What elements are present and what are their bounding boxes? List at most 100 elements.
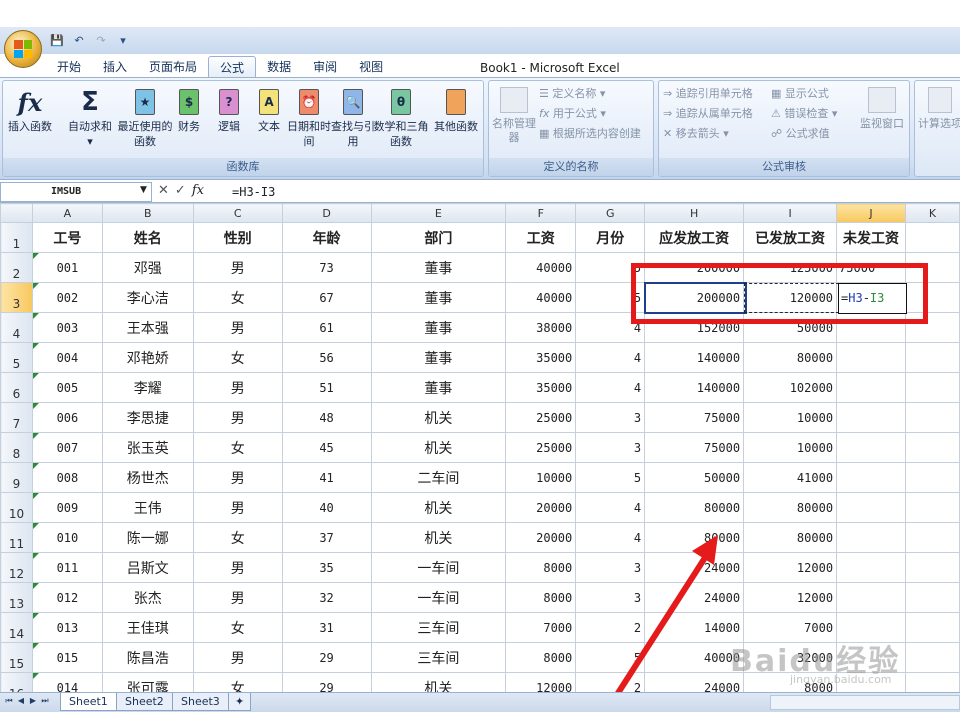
column-header-a[interactable]: A [31,203,103,223]
table-cell[interactable]: 8000 [505,642,577,673]
table-cell[interactable]: 48 [281,402,372,433]
table-cell[interactable]: 李思捷 [101,402,194,433]
table-cell[interactable]: 一车间 [370,552,507,583]
table-cell[interactable]: 38000 [505,312,577,343]
table-cell[interactable]: 2 [575,672,646,693]
row-header-14[interactable]: 14 [0,612,33,643]
column-header-e[interactable]: E [370,203,507,223]
column-header-c[interactable]: C [192,203,283,223]
table-cell[interactable]: 机关 [370,522,507,553]
empty-cell[interactable] [905,642,960,673]
table-cell[interactable]: 80000 [644,492,745,523]
sheet-tab-3[interactable]: Sheet3 [172,693,229,711]
sheet-tab-2[interactable]: Sheet2 [116,693,173,711]
insert-function-button[interactable]: fx 插入函数 [5,87,55,134]
table-cell[interactable]: 40 [281,492,372,523]
empty-cell[interactable] [905,312,960,343]
table-header-cell[interactable]: 性别 [192,222,283,253]
table-cell[interactable]: 4 [575,312,646,343]
error-checking-button[interactable]: ⚠ 错误检查 ▾ [771,105,837,123]
table-header-cell[interactable]: 工号 [31,222,103,253]
table-header-cell[interactable]: 姓名 [101,222,194,253]
table-cell[interactable]: 24000 [644,672,745,693]
table-cell[interactable]: 125000 [743,252,838,283]
customize-qat-icon[interactable]: ▾ [114,31,132,49]
table-cell[interactable]: 8000 [743,672,838,693]
table-cell[interactable]: 29 [281,672,372,693]
first-sheet-icon[interactable]: ⏮ [4,696,14,706]
table-header-cell[interactable]: 月份 [575,222,646,253]
row-header-3[interactable]: 3 [0,282,33,313]
table-cell[interactable]: 152000 [644,312,745,343]
table-cell[interactable]: 3 [575,432,646,463]
column-header-g[interactable]: G [575,203,646,223]
table-cell[interactable]: 80000 [743,342,838,373]
table-cell[interactable]: 男 [192,252,283,283]
table-cell[interactable]: 邓强 [101,252,194,283]
table-cell[interactable]: 24000 [644,552,745,583]
table-cell[interactable]: 男 [192,462,283,493]
date-time-button[interactable]: ⏰ 日期和时间 [287,87,331,149]
table-cell[interactable]: 董事 [370,282,507,313]
table-cell[interactable]: 杨世杰 [101,462,194,493]
enter-check-icon[interactable]: ✓ [175,183,186,198]
horizontal-scrollbar[interactable] [770,695,960,710]
table-cell[interactable]: 73 [281,252,372,283]
table-cell[interactable]: 机关 [370,432,507,463]
table-cell[interactable]: 24000 [644,582,745,613]
table-cell[interactable]: 女 [192,612,283,643]
table-cell[interactable]: 005 [31,372,103,403]
empty-cell[interactable] [905,552,960,583]
cell-J3-editor[interactable]: =H3-I3 [838,283,907,314]
table-cell[interactable]: 王佳琪 [101,612,194,643]
table-cell[interactable]: 35000 [505,372,577,403]
row-header-9[interactable]: 9 [0,462,33,493]
name-box[interactable]: IMSUB [0,182,152,202]
table-cell[interactable]: 10000 [505,462,577,493]
table-cell[interactable]: 张可露 [101,672,194,693]
table-cell[interactable]: 35 [281,552,372,583]
table-cell[interactable]: 120000 [743,282,838,313]
evaluate-formula-button[interactable]: ☍ 公式求值 [771,125,830,143]
table-cell[interactable]: 140000 [644,342,745,373]
table-cell[interactable]: 4 [575,342,646,373]
row-header-7[interactable]: 7 [0,402,33,433]
table-cell[interactable] [836,312,907,343]
empty-cell[interactable] [905,612,960,643]
trace-dependents-button[interactable]: ⇒ 追踪从属单元格 [663,105,753,123]
table-cell[interactable]: 32 [281,582,372,613]
column-header-d[interactable]: D [281,203,372,223]
redo-icon[interactable]: ↷ [92,31,110,49]
tab-insert[interactable]: 插入 [92,56,138,78]
row-header-8[interactable]: 8 [0,432,33,463]
recently-used-button[interactable]: ★ 最近使用的函数 [117,87,173,149]
table-cell[interactable]: 5 [575,252,646,283]
table-cell[interactable]: 张杰 [101,582,194,613]
table-cell[interactable]: 男 [192,402,283,433]
math-trig-button[interactable]: θ 数学和三角函数 [373,87,429,149]
table-cell[interactable]: 7000 [505,612,577,643]
empty-cell[interactable] [905,402,960,433]
row-header-6[interactable]: 6 [0,372,33,403]
table-cell[interactable] [836,522,907,553]
table-cell[interactable]: 7000 [743,612,838,643]
calculation-options-button[interactable]: 计算选项 [915,87,960,131]
table-cell[interactable] [836,642,907,673]
autosum-button[interactable]: Σ 自动求和 ▾ [65,87,115,149]
table-header-cell[interactable]: 已发放工资 [743,222,838,253]
table-cell[interactable]: 32000 [743,642,838,673]
table-cell[interactable]: 012 [31,582,103,613]
table-cell[interactable]: 男 [192,642,283,673]
table-cell[interactable] [836,372,907,403]
table-cell[interactable]: 张玉英 [101,432,194,463]
table-cell[interactable]: 三车间 [370,612,507,643]
table-cell[interactable]: 003 [31,312,103,343]
table-header-cell[interactable]: 应发放工资 [644,222,745,253]
table-cell[interactable]: 机关 [370,672,507,693]
lookup-button[interactable]: 🔍 查找与引用 [331,87,375,149]
table-cell[interactable]: 004 [31,342,103,373]
row-header-13[interactable]: 13 [0,582,33,613]
text-button[interactable]: A 文本 [249,87,289,134]
table-cell[interactable]: 007 [31,432,103,463]
table-cell[interactable] [836,612,907,643]
